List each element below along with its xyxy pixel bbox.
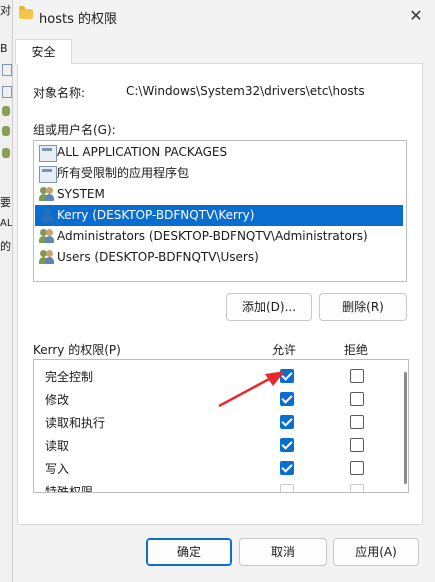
allow-checkbox[interactable]	[280, 484, 294, 492]
object-name-value: C:\Windows\System32\drivers\etc\hosts	[126, 84, 365, 98]
allow-checkbox[interactable]	[280, 415, 294, 429]
arrow-annotation-icon	[218, 371, 285, 408]
list-item[interactable]: SYSTEM	[35, 184, 403, 205]
permission-label: 修改	[45, 393, 70, 407]
background-icon	[2, 106, 10, 116]
permission-row: 读取	[34, 433, 396, 456]
background-fragment: B	[0, 42, 8, 55]
cancel-button[interactable]: 取消	[239, 538, 327, 566]
list-item-label: 所有受限制的应用程序包	[57, 166, 190, 180]
deny-checkbox[interactable]	[350, 484, 364, 492]
background-icon	[2, 148, 10, 158]
apply-button[interactable]: 应用(A)	[333, 538, 419, 566]
list-item[interactable]: Administrators (DESKTOP-BDFNQTV\Administ…	[35, 226, 403, 247]
permission-label: 特殊权限	[45, 485, 94, 493]
allow-checkbox[interactable]	[280, 438, 294, 452]
deny-checkbox[interactable]	[350, 369, 364, 383]
groups-label: 组或用户名(G):	[33, 123, 116, 137]
permission-label: 完全控制	[45, 370, 94, 384]
background-fragment: 对	[0, 4, 11, 17]
background-icon	[2, 64, 12, 76]
package-icon	[39, 145, 57, 162]
package-icon	[39, 166, 57, 183]
tab-security[interactable]: 安全	[15, 39, 72, 64]
list-item-label: Kerry (DESKTOP-BDFNQTV\Kerry)	[57, 208, 255, 222]
deny-checkbox[interactable]	[350, 392, 364, 406]
add-button[interactable]: 添加(D)...	[226, 293, 312, 321]
list-item-label: Administrators (DESKTOP-BDFNQTV\Administ…	[57, 229, 368, 243]
list-item-label: ALL APPLICATION PACKAGES	[57, 145, 228, 159]
permissions-dialog: hosts 的权限 ✕ 安全 对象名称: C:\Windows\System32…	[12, 0, 435, 582]
user-icon	[39, 208, 55, 223]
list-item[interactable]: 所有受限制的应用程序包	[35, 163, 403, 184]
scrollbar[interactable]	[404, 372, 407, 484]
background-fragment: AL	[0, 218, 13, 229]
background-icon	[2, 86, 12, 98]
remove-button[interactable]: 删除(R)	[319, 293, 407, 321]
close-button[interactable]: ✕	[403, 5, 429, 27]
groups-listbox[interactable]: ALL APPLICATION PACKAGES 所有受限制的应用程序包 SYS…	[33, 140, 407, 282]
deny-checkbox[interactable]	[350, 461, 364, 475]
background-window: 对 B 要 AL 的	[0, 0, 12, 582]
permission-label: 读取和执行	[45, 416, 106, 430]
list-item-label: Users (DESKTOP-BDFNQTV\Users)	[57, 250, 259, 264]
permission-label: 读取	[45, 439, 70, 453]
permission-row: 写入	[34, 456, 396, 479]
background-fragment: 的	[0, 240, 11, 253]
deny-checkbox[interactable]	[350, 415, 364, 429]
users-icon	[39, 187, 55, 202]
allow-checkbox[interactable]	[280, 461, 294, 475]
background-icon	[2, 126, 10, 136]
deny-checkbox[interactable]	[350, 438, 364, 452]
allow-header: 允许	[272, 343, 297, 357]
list-item[interactable]: Users (DESKTOP-BDFNQTV\Users)	[35, 247, 403, 268]
list-item-selected[interactable]: Kerry (DESKTOP-BDFNQTV\Kerry)	[35, 205, 403, 226]
folder-icon	[19, 6, 33, 19]
dialog-footer: 确定 取消 应用(A)	[13, 528, 435, 582]
permission-row: 特殊权限	[34, 479, 396, 493]
list-item[interactable]: ALL APPLICATION PACKAGES	[35, 142, 403, 163]
window-title: hosts 的权限	[39, 12, 117, 27]
permission-label: 写入	[45, 462, 70, 476]
users-icon	[39, 250, 55, 265]
background-fragment: 要	[0, 196, 11, 209]
title-bar: hosts 的权限 ✕	[13, 0, 435, 34]
deny-header: 拒绝	[344, 343, 369, 357]
security-panel: 对象名称: C:\Windows\System32\drivers\etc\ho…	[17, 63, 423, 525]
object-name-label: 对象名称:	[33, 86, 86, 100]
permissions-label: Kerry 的权限(P)	[33, 343, 121, 357]
list-item-label: SYSTEM	[57, 187, 105, 201]
ok-button[interactable]: 确定	[146, 538, 232, 566]
users-icon	[39, 229, 55, 244]
